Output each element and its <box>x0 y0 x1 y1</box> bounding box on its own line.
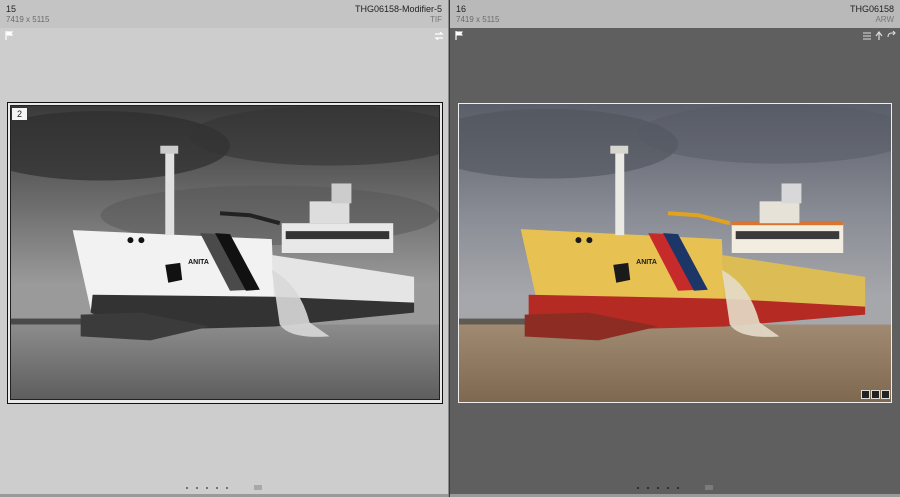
thumbnail-badges <box>861 390 890 399</box>
file-name: THG06158-Modifier-5 <box>354 4 442 14</box>
file-extension: ARW <box>875 15 894 24</box>
photo-thumbnail[interactable]: ANITA <box>458 103 892 403</box>
rating-dot[interactable] <box>677 486 679 489</box>
upload-arrow-icon[interactable] <box>874 31 884 41</box>
photo-thumbnail[interactable]: ANITA <box>10 105 440 400</box>
stack-count-badge[interactable]: 2 <box>11 107 28 121</box>
crop-badge-icon[interactable] <box>861 390 870 399</box>
color-label-swatch[interactable] <box>254 485 262 490</box>
rating-dot[interactable] <box>657 486 659 489</box>
rating-dot[interactable] <box>196 486 198 489</box>
grid-cell-15[interactable]: 15 7419 x 5115 THG06158-Modifier-5 TIF A… <box>0 0 449 497</box>
cell-index: 15 <box>6 4 17 14</box>
image-dimensions: 7419 x 5115 <box>6 15 50 24</box>
rating-dot[interactable] <box>226 486 228 489</box>
cell-actions <box>862 31 896 41</box>
rating-dot[interactable] <box>216 486 218 489</box>
rating-dot[interactable] <box>667 486 669 489</box>
ship-name: ANITA <box>188 259 209 266</box>
curved-arrow-icon[interactable] <box>886 31 896 41</box>
ship-name: ANITA <box>636 259 657 266</box>
rating-dot[interactable] <box>637 486 639 489</box>
image-dimensions: 7419 x 5115 <box>456 15 500 24</box>
rating-dot[interactable] <box>186 486 188 489</box>
cell-actions <box>434 31 444 41</box>
flag-icon[interactable] <box>455 31 464 40</box>
edited-badge-icon[interactable] <box>881 390 890 399</box>
metadata-badge-icon[interactable] <box>871 390 880 399</box>
cell-rating-dots[interactable] <box>0 485 448 490</box>
cell-rating-dots[interactable] <box>450 485 900 490</box>
rating-dot[interactable] <box>206 486 208 489</box>
cell-header <box>450 0 900 28</box>
grid-cell-16[interactable]: 16 7419 x 5115 THG06158 ARW ANITA <box>450 0 900 497</box>
file-extension: TIF <box>430 15 442 24</box>
list-icon[interactable] <box>862 31 872 41</box>
rating-dot[interactable] <box>647 486 649 489</box>
cell-index: 16 <box>456 4 467 14</box>
color-label-swatch[interactable] <box>705 485 713 490</box>
sync-arrows-icon[interactable] <box>434 31 444 41</box>
file-name: THG06158 <box>849 4 894 14</box>
flag-outline-icon[interactable] <box>5 31 14 40</box>
